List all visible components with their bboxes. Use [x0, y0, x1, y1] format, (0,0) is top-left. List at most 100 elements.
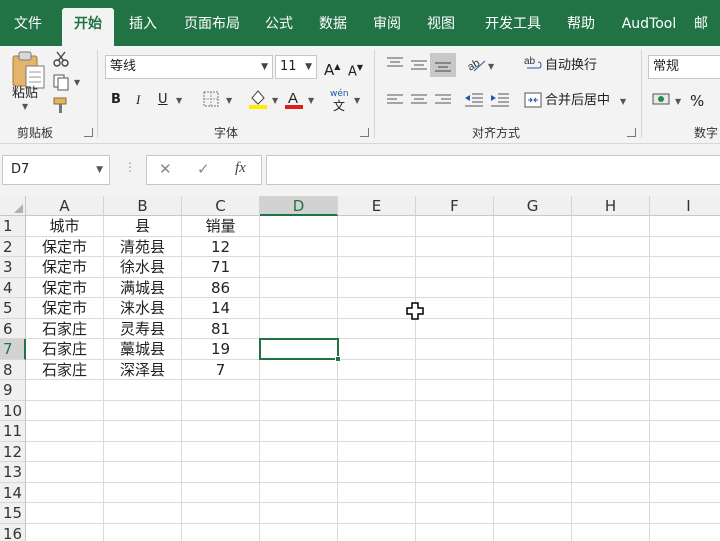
paste-dropdown-arrow[interactable]: ▼	[22, 102, 28, 111]
column-header[interactable]: B	[104, 196, 182, 216]
italic-button[interactable]: I	[136, 90, 140, 110]
cell-d13[interactable]	[260, 462, 338, 483]
cell-g7[interactable]	[494, 339, 572, 360]
merge-center-icon[interactable]	[524, 91, 542, 109]
cell-b8[interactable]: 深泽县	[104, 359, 182, 380]
cell-g6[interactable]	[494, 318, 572, 339]
phonetic-icon[interactable]: 文	[333, 96, 345, 116]
increase-indent-icon[interactable]	[490, 92, 510, 108]
cell-f7[interactable]	[416, 339, 494, 360]
tab-file[interactable]: 文件	[0, 10, 56, 46]
cell-f1[interactable]	[416, 216, 494, 237]
cell-a1[interactable]: 城市	[26, 216, 104, 237]
cell-f12[interactable]	[416, 441, 494, 462]
cell-f11[interactable]	[416, 421, 494, 442]
cell-e15[interactable]	[338, 503, 416, 524]
cell-e4[interactable]	[338, 277, 416, 298]
cell-f3[interactable]	[416, 257, 494, 278]
fill-handle[interactable]	[335, 356, 341, 362]
column-header[interactable]: H	[572, 196, 650, 216]
cell-f5[interactable]	[416, 298, 494, 319]
alignment-dialog-launcher[interactable]	[627, 128, 636, 137]
tab-formulas[interactable]: 公式	[256, 10, 302, 46]
tab-review[interactable]: 审阅	[364, 10, 410, 46]
cell-a5[interactable]: 保定市	[26, 298, 104, 319]
cell-i4[interactable]	[650, 278, 720, 298]
cell-h11[interactable]	[572, 421, 650, 442]
cell-b15[interactable]	[104, 503, 182, 524]
cell-h9[interactable]	[572, 380, 650, 401]
merge-center-dropdown-arrow[interactable]: ▼	[620, 97, 626, 106]
cell-b9[interactable]	[104, 380, 182, 401]
cell-a14[interactable]	[26, 482, 104, 503]
fill-color-dropdown-arrow[interactable]: ▼	[272, 96, 278, 105]
format-painter-icon[interactable]	[52, 96, 72, 114]
cell-h16[interactable]	[572, 523, 650, 541]
cell-b10[interactable]	[104, 400, 182, 421]
align-right-icon[interactable]	[434, 93, 452, 107]
cell-b6[interactable]: 灵寿县	[104, 318, 182, 339]
font-color-icon[interactable]: A	[284, 88, 304, 110]
cell-h6[interactable]	[572, 318, 650, 339]
cell-g12[interactable]	[494, 441, 572, 462]
copy-icon[interactable]	[52, 73, 70, 91]
phonetic-dropdown-arrow[interactable]: ▼	[354, 96, 360, 105]
cell-g16[interactable]	[494, 523, 572, 541]
cell-e11[interactable]	[338, 421, 416, 442]
cell-d14[interactable]	[260, 482, 338, 503]
cell-e5[interactable]	[338, 298, 416, 319]
cell-e7[interactable]	[338, 339, 416, 360]
cell-e1[interactable]	[338, 216, 416, 237]
bottom-align-button[interactable]	[430, 53, 456, 77]
font-dialog-launcher[interactable]	[360, 128, 369, 137]
column-header[interactable]: I	[650, 196, 720, 216]
cell-i6[interactable]	[650, 319, 720, 339]
cell-c11[interactable]	[182, 421, 260, 442]
cell-f10[interactable]	[416, 400, 494, 421]
cell-b13[interactable]	[104, 462, 182, 483]
cell-d1[interactable]	[260, 216, 338, 237]
cell-e8[interactable]	[338, 359, 416, 380]
cell-c3[interactable]: 71	[182, 257, 260, 278]
cell-c5[interactable]: 14	[182, 298, 260, 319]
column-header[interactable]: F	[416, 196, 494, 216]
cell-a2[interactable]: 保定市	[26, 236, 104, 257]
cell-e2[interactable]	[338, 236, 416, 257]
font-size-combo[interactable]: 11 ▼	[275, 55, 317, 79]
cell-f16[interactable]	[416, 523, 494, 541]
cell-e3[interactable]	[338, 257, 416, 278]
cell-h2[interactable]	[572, 236, 650, 257]
row-header[interactable]: 6	[0, 318, 26, 339]
cell-a15[interactable]	[26, 503, 104, 524]
cell-i16[interactable]	[650, 524, 720, 541]
cell-b4[interactable]: 满城县	[104, 277, 182, 298]
cell-d11[interactable]	[260, 421, 338, 442]
cell-c13[interactable]	[182, 462, 260, 483]
insert-function-icon[interactable]: fx	[235, 160, 246, 177]
cell-i15[interactable]	[650, 503, 720, 524]
cell-d4[interactable]	[260, 277, 338, 298]
cell-f6[interactable]	[416, 318, 494, 339]
align-center-icon[interactable]	[410, 93, 428, 107]
cell-i5[interactable]	[650, 298, 720, 319]
cell-i12[interactable]	[650, 442, 720, 462]
cell-a10[interactable]	[26, 400, 104, 421]
cell-f2[interactable]	[416, 236, 494, 257]
cell-d8[interactable]	[260, 359, 338, 380]
name-box[interactable]: D7 ▼	[2, 155, 110, 185]
cell-h7[interactable]	[572, 339, 650, 360]
cell-f15[interactable]	[416, 503, 494, 524]
row-header[interactable]: 11	[0, 421, 26, 442]
cell-a4[interactable]: 保定市	[26, 277, 104, 298]
drag-handle-icon[interactable]: ⋮	[124, 160, 136, 174]
cell-f14[interactable]	[416, 482, 494, 503]
cell-c4[interactable]: 86	[182, 277, 260, 298]
cell-d16[interactable]	[260, 523, 338, 541]
row-header[interactable]: 13	[0, 462, 26, 483]
tab-view[interactable]: 视图	[418, 10, 464, 46]
percent-style-button[interactable]: %	[690, 91, 704, 111]
cell-i10[interactable]	[650, 401, 720, 421]
cell-a9[interactable]	[26, 380, 104, 401]
accounting-dropdown-arrow[interactable]: ▼	[675, 97, 681, 106]
cell-g14[interactable]	[494, 482, 572, 503]
